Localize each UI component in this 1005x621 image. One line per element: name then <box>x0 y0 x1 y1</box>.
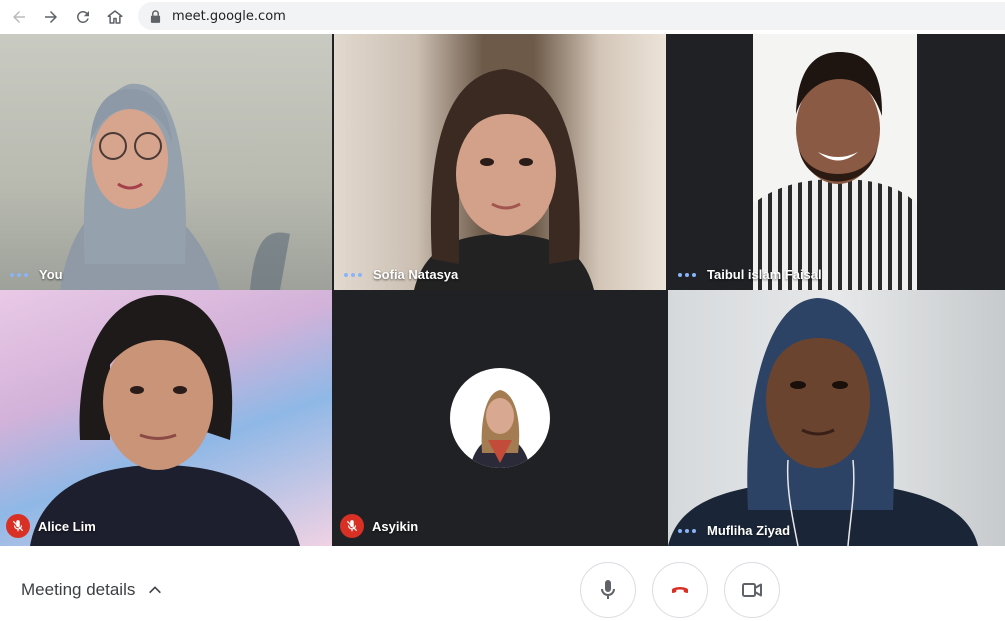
muted-mic-icon <box>6 514 30 538</box>
participant-label: Sofia Natasya <box>344 267 458 282</box>
microphone-button[interactable] <box>580 562 636 618</box>
browser-toolbar: meet.google.com <box>0 0 1005 34</box>
muted-mic-icon <box>340 514 364 538</box>
microphone-icon <box>601 580 615 599</box>
speaking-indicator-icon <box>678 272 696 277</box>
participant-name: Alice Lim <box>38 518 96 534</box>
chevron-up-icon <box>149 586 162 594</box>
participant-name: Asyikin <box>372 518 419 534</box>
meeting-controls-bar: Meeting details <box>0 546 1005 621</box>
lock-icon <box>150 9 162 23</box>
speaking-indicator-icon <box>344 272 362 277</box>
avatar <box>450 368 550 468</box>
camera-button[interactable] <box>724 562 780 618</box>
speaking-indicator-icon <box>678 528 696 533</box>
participant-label: Asyikin <box>340 514 419 538</box>
participant-label: You <box>10 267 63 282</box>
participant-tile-asyikin[interactable]: Asyikin <box>334 290 666 546</box>
back-arrow-icon[interactable] <box>6 4 32 30</box>
participant-tile-alice-lim[interactable]: Alice Lim <box>0 290 332 546</box>
home-icon[interactable] <box>102 4 128 30</box>
participant-video <box>668 298 978 546</box>
participant-tile-taibul-islam-faisal[interactable]: Taibul islam Faisal <box>668 34 1005 290</box>
participant-name: Sofia Natasya <box>373 267 459 282</box>
reload-icon[interactable] <box>70 4 96 30</box>
meeting-details-label: Meeting details <box>21 580 136 599</box>
camera-icon <box>742 583 762 597</box>
address-bar[interactable]: meet.google.com <box>138 2 1005 30</box>
meeting-grid: You Sofia Natasya Taibul islam Faisal Al… <box>0 34 1005 546</box>
participant-tile-sofia-natasya[interactable]: Sofia Natasya <box>334 34 666 290</box>
hang-up-button[interactable] <box>652 562 708 618</box>
participant-video <box>414 69 594 290</box>
participant-video <box>30 295 300 546</box>
participant-name: Taibul islam Faisal <box>707 267 822 282</box>
forward-arrow-icon[interactable] <box>38 4 64 30</box>
meeting-details-button[interactable]: Meeting details <box>21 580 163 600</box>
participant-tile-you[interactable]: You <box>0 34 332 290</box>
hang-up-icon <box>672 587 688 594</box>
participant-label: Mufliha Ziyad <box>678 523 790 538</box>
participant-tile-mufliha-ziyad[interactable]: Mufliha Ziyad <box>668 290 1005 546</box>
speaking-indicator-icon <box>10 272 28 277</box>
participant-video <box>753 52 917 290</box>
participant-label: Alice Lim <box>6 514 96 538</box>
participant-name: You <box>39 267 63 282</box>
participant-name: Mufliha Ziyad <box>707 523 791 538</box>
participant-label: Taibul islam Faisal <box>678 267 822 282</box>
url-text: meet.google.com <box>172 8 286 24</box>
participant-video <box>60 83 290 290</box>
